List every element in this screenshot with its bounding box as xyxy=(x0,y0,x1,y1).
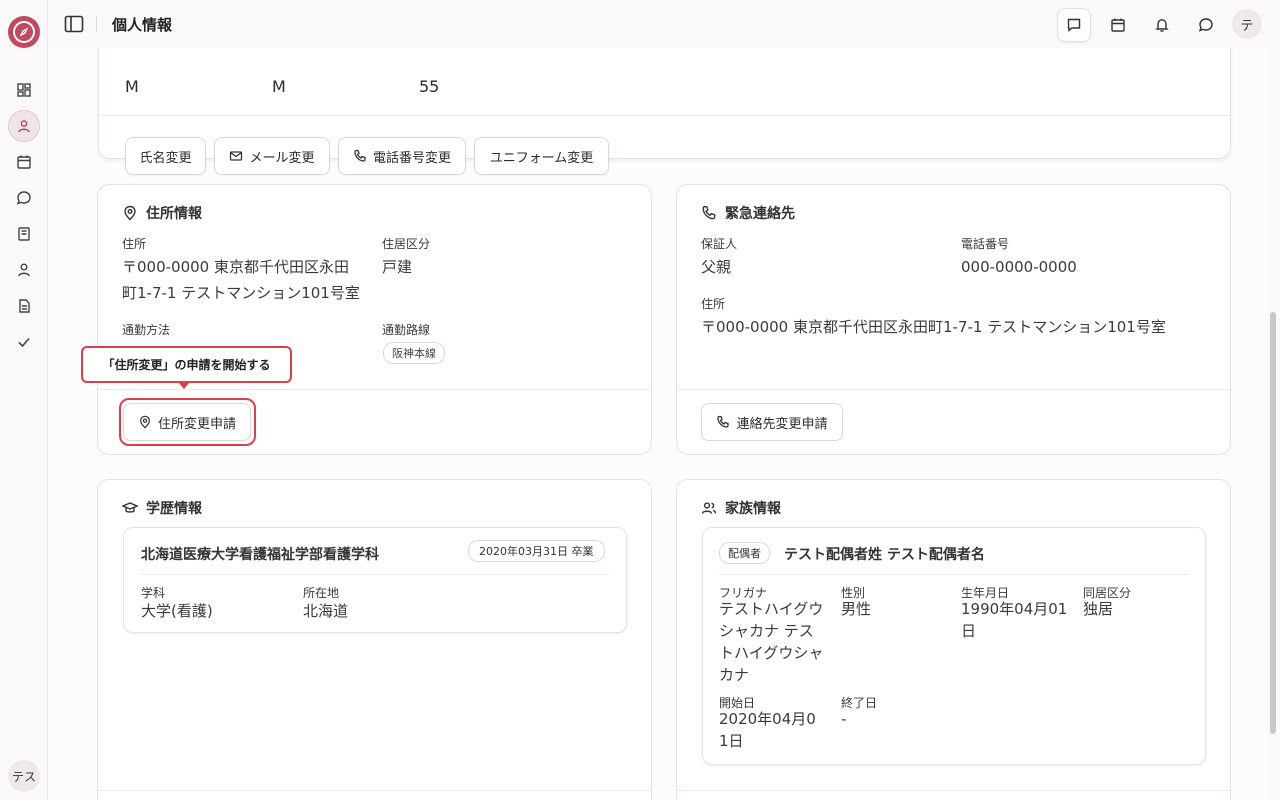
message-button[interactable] xyxy=(1057,8,1091,42)
user-avatar[interactable]: テス xyxy=(8,760,40,792)
bell-icon[interactable] xyxy=(1145,8,1179,42)
department-value: 大学(看護) xyxy=(141,602,213,620)
start-date-line: 2020年04月0 xyxy=(719,710,816,728)
card-divider xyxy=(98,389,651,390)
phone-icon xyxy=(702,206,716,220)
graduation-badge: 2020年03月31日 卒業 xyxy=(468,540,605,562)
address-change-button[interactable]: 住所変更申請 xyxy=(123,403,251,441)
birth-date-line: 日 xyxy=(961,622,977,640)
page-title: 個人情報 xyxy=(112,16,173,34)
graduation-cap-icon xyxy=(122,502,138,513)
profile-value: 55 xyxy=(419,77,440,96)
birth-date-line: 1990年04月01 xyxy=(961,600,1068,618)
emergency-card: 緊急連絡先 保証人 父親 電話番号 000-0000-0000 住所 〒000-… xyxy=(676,184,1231,455)
commute-route-label: 通勤路線 xyxy=(382,323,431,337)
document-icon[interactable] xyxy=(12,294,36,318)
calendar-button[interactable] xyxy=(1101,8,1135,42)
address-label: 住所 xyxy=(122,237,147,251)
calendar-icon[interactable] xyxy=(12,150,36,174)
address-value-line2: 町1-7-1 テストマンション101号室 xyxy=(122,284,360,302)
main-content: M M 55 氏名変更 メール変更 電話番号変更 ユニフォーム変更 住所情報 住… xyxy=(48,48,1267,800)
app-logo[interactable] xyxy=(8,16,40,48)
start-date-line: 1日 xyxy=(719,732,744,750)
sidebar-toggle-icon[interactable] xyxy=(64,14,84,34)
guarantor-label: 保証人 xyxy=(701,237,738,251)
card-divider xyxy=(141,574,609,575)
dashboard-icon[interactable] xyxy=(12,78,36,102)
education-card: 学歴情報 北海道医療大学看護福祉学部看護学科 2020年03月31日 卒業 学科… xyxy=(97,479,652,800)
guide-callout: 「住所変更」の申請を開始する xyxy=(81,346,292,383)
book-icon[interactable] xyxy=(12,222,36,246)
location-value: 北海道 xyxy=(303,602,349,620)
chat-icon[interactable] xyxy=(12,186,36,210)
location-pin-icon xyxy=(124,205,136,221)
gender-value: 男性 xyxy=(841,600,872,618)
family-card: 家族情報 配偶者 テスト配偶者姓 テスト配偶者名 フリガナ テストハイグウ シャ… xyxy=(676,479,1231,800)
emergency-address-label: 住所 xyxy=(701,297,726,311)
user-icon[interactable] xyxy=(8,110,40,142)
guarantor-value: 父親 xyxy=(701,258,732,276)
uniform-change-button[interactable]: ユニフォーム変更 xyxy=(474,137,609,175)
person-icon[interactable] xyxy=(12,258,36,282)
scrollbar[interactable] xyxy=(1270,312,1276,734)
education-section-title: 学歴情報 xyxy=(122,498,202,518)
phone-icon xyxy=(717,415,730,428)
emergency-phone-label: 電話番号 xyxy=(961,237,1010,251)
family-member-card: 配偶者 テスト配偶者姓 テスト配偶者名 フリガナ テストハイグウ シャカナ テス… xyxy=(702,527,1206,765)
profile-value: M xyxy=(272,77,286,96)
family-member-name: テスト配偶者姓 テスト配偶者名 xyxy=(784,547,985,563)
header-avatar[interactable]: テ xyxy=(1232,9,1262,39)
emergency-address-value: 〒000-0000 東京都千代田区永田町1-7-1 テストマンション101号室 xyxy=(701,318,1166,336)
chat-bubble-icon[interactable] xyxy=(1189,8,1223,42)
profile-card: M M 55 氏名変更 メール変更 電話番号変更 ユニフォーム変更 xyxy=(98,48,1231,175)
location-pin-icon xyxy=(139,415,150,429)
card-divider xyxy=(98,790,651,791)
residence-value: 戸建 xyxy=(382,258,413,276)
card-divider xyxy=(677,790,1230,791)
emergency-section-title: 緊急連絡先 xyxy=(701,203,795,223)
card-divider xyxy=(677,389,1230,390)
mail-icon xyxy=(230,151,243,161)
email-change-button[interactable]: メール変更 xyxy=(214,137,330,175)
header-divider xyxy=(96,16,97,32)
address-section-title: 住所情報 xyxy=(122,203,202,223)
card-divider xyxy=(99,115,1230,116)
education-item: 北海道医療大学看護福祉学部看護学科 2020年03月31日 卒業 学科 大学(看… xyxy=(123,527,627,633)
phone-change-button[interactable]: 電話番号変更 xyxy=(338,137,466,175)
furigana-value-line: トハイグウシャ xyxy=(719,644,824,662)
family-section-title: 家族情報 xyxy=(701,498,781,518)
top-header: 個人情報 テ xyxy=(48,0,1280,48)
profile-value: M xyxy=(125,77,139,96)
furigana-value-line: シャカナ テス xyxy=(719,622,814,640)
cohabit-value: 独居 xyxy=(1083,600,1114,618)
commute-method-label: 通勤方法 xyxy=(122,323,171,337)
address-value-line1: 〒000-0000 東京都千代田区永田 xyxy=(122,258,349,276)
card-divider xyxy=(719,574,1189,575)
furigana-value-line: テストハイグウ xyxy=(719,600,824,618)
furigana-value-line: カナ xyxy=(719,666,750,684)
check-icon[interactable] xyxy=(12,330,36,354)
commute-route-tag: 阪神本線 xyxy=(383,342,445,364)
users-icon xyxy=(701,502,717,514)
emergency-phone-value: 000-0000-0000 xyxy=(961,258,1077,276)
residence-label: 住居区分 xyxy=(382,237,431,251)
school-name: 北海道医療大学看護福祉学部看護学科 xyxy=(141,547,379,563)
phone-icon xyxy=(354,149,366,162)
name-change-button[interactable]: 氏名変更 xyxy=(125,137,206,175)
end-date-value: - xyxy=(841,710,847,728)
relation-badge: 配偶者 xyxy=(719,542,770,564)
callout-arrow xyxy=(178,382,190,389)
sidebar: テス xyxy=(0,0,48,800)
contact-change-button[interactable]: 連絡先変更申請 xyxy=(701,403,843,441)
